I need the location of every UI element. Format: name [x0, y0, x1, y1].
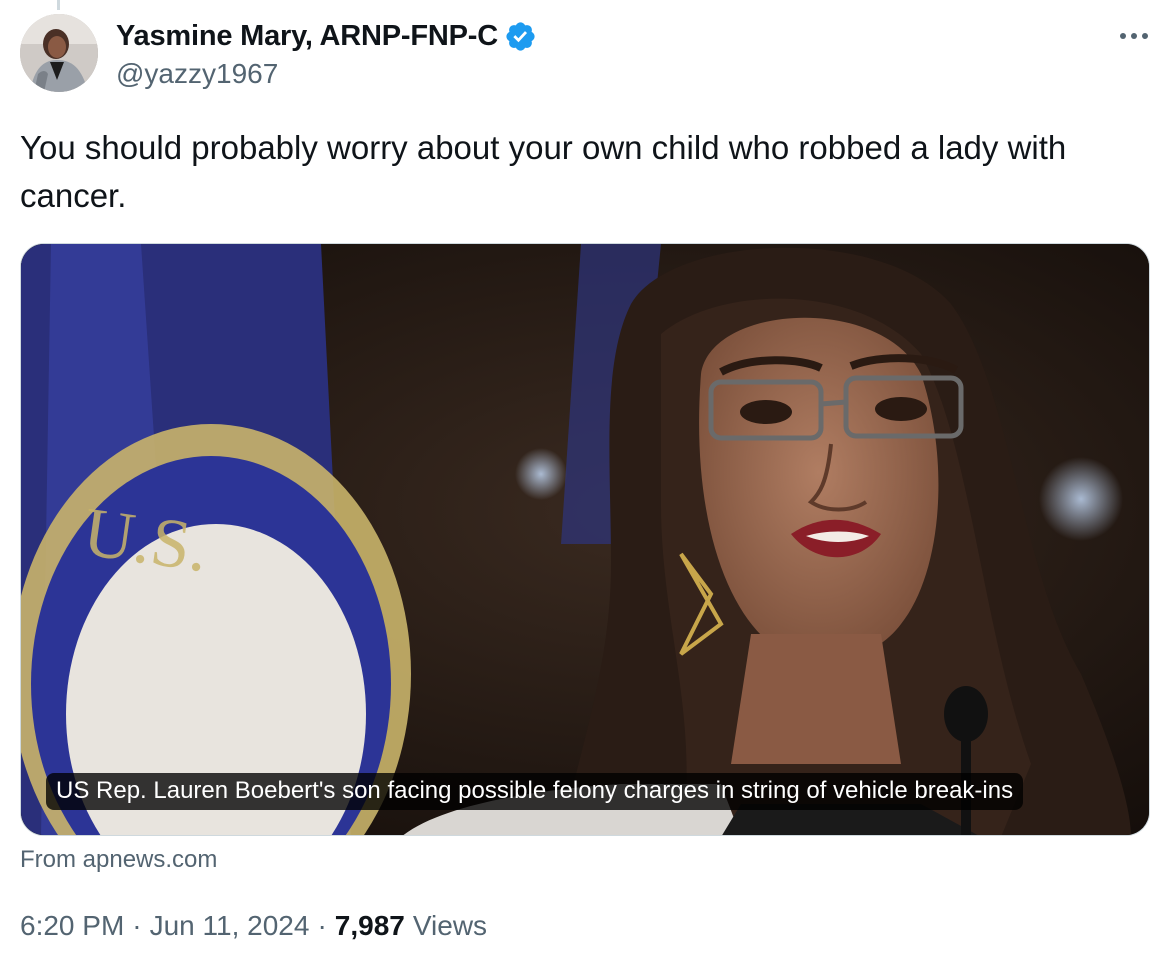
more-dots-icon: [1120, 33, 1148, 39]
user-handle[interactable]: @yazzy1967: [116, 58, 537, 90]
meta-separator: ·: [132, 910, 142, 941]
thread-connector-line: [57, 0, 60, 10]
more-options-button[interactable]: [1114, 24, 1154, 48]
link-headline: US Rep. Lauren Boebert's son facing poss…: [46, 773, 1024, 810]
tweet-text: You should probably worry about your own…: [20, 129, 1067, 214]
timestamp-time[interactable]: 6:20 PM: [20, 910, 124, 942]
tweet-metadata: 6:20 PM · Jun 11, 2024 · 7,987 Views: [20, 910, 487, 942]
link-preview-card[interactable]: U.S. US Rep. Lauren Boebert's son facing…: [20, 243, 1150, 836]
views-label: Views: [412, 910, 488, 941]
timestamp-date[interactable]: Jun 11, 2024: [150, 910, 310, 942]
display-name-row: Yasmine Mary, ARNP-FNP-C: [116, 18, 537, 54]
link-preview-image: U.S.: [21, 244, 1149, 835]
avatar[interactable]: [20, 14, 98, 92]
link-source[interactable]: From apnews.com: [20, 846, 217, 874]
display-name[interactable]: Yasmine Mary, ARNP-FNP-C: [116, 20, 498, 53]
views-count: 7,987: [334, 910, 405, 941]
tweet-header: Yasmine Mary, ARNP-FNP-C @yazzy1967: [20, 14, 1154, 96]
avatar-photo: [20, 14, 98, 92]
meta-separator-2: ·: [317, 910, 327, 941]
verified-badge-icon[interactable]: [504, 20, 537, 53]
author-names: Yasmine Mary, ARNP-FNP-C @yazzy1967: [116, 18, 537, 90]
